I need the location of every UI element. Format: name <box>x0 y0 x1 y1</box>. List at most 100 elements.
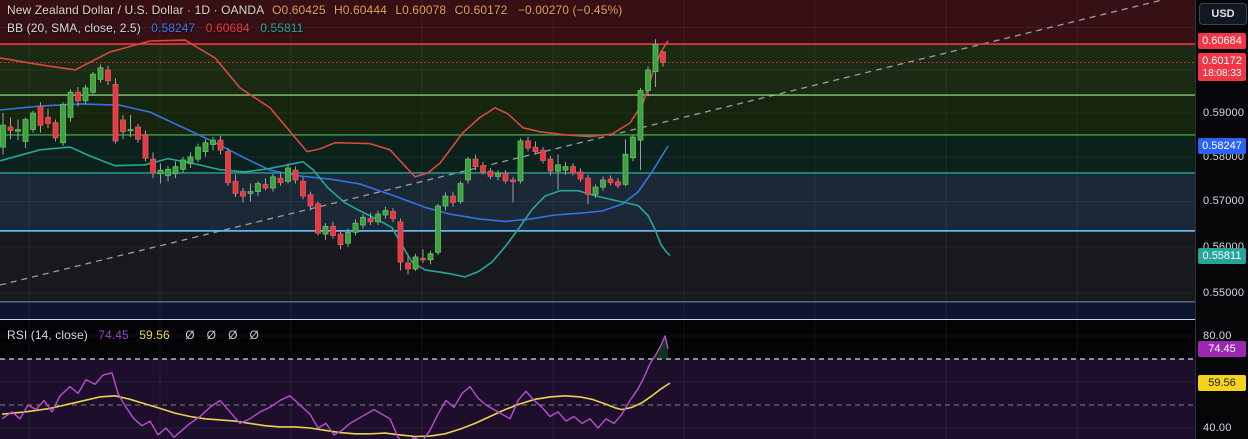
candle-body <box>255 183 261 193</box>
rsi-null-plots: ØØØØ <box>173 328 259 342</box>
candle-body <box>22 119 29 142</box>
candle-body <box>202 142 209 152</box>
candle-body <box>427 253 434 261</box>
candle-body <box>450 195 456 203</box>
candle-body <box>90 73 96 93</box>
candle-body <box>600 179 606 188</box>
candle-body <box>240 191 246 197</box>
symbol-header: New Zealand Dollar / U.S. Dollar · 1D · … <box>7 3 622 17</box>
candle-body <box>270 176 276 189</box>
candle-body <box>547 158 554 172</box>
candle-body <box>345 231 351 244</box>
countdown-timer: 18:08:33 <box>1202 67 1242 79</box>
candle-body <box>195 146 201 160</box>
bb-indicator-label[interactable]: BB (20, SMA, close, 2.5) <box>7 21 141 35</box>
candle-body <box>540 149 546 161</box>
price-zone <box>0 95 1195 135</box>
candle-body <box>300 180 306 197</box>
null-plot-symbol: Ø <box>249 328 259 342</box>
candle-body <box>405 262 411 270</box>
candle-body <box>262 184 269 189</box>
null-plot-symbol: Ø <box>185 328 195 342</box>
candle-body <box>360 216 366 226</box>
candle-body <box>75 91 81 102</box>
rsi-value-badge: 74.45 <box>1198 340 1246 357</box>
price-axis-label: 0.59000 <box>1203 107 1245 119</box>
candle-body <box>135 126 141 140</box>
candle-body <box>37 106 44 126</box>
price-axis-label: 0.55000 <box>1203 287 1245 300</box>
candle-body <box>247 191 254 194</box>
current-price-badge: 0.60172 18:08:33 <box>1198 52 1246 81</box>
candle-body <box>67 91 74 118</box>
candle-body <box>150 158 156 174</box>
candle-body <box>660 51 666 63</box>
candle-body <box>120 119 126 133</box>
price-zone <box>0 134 1195 173</box>
candle-body <box>622 153 629 185</box>
candle-body <box>322 225 329 235</box>
candle-body <box>82 87 89 102</box>
bb-indicator-header[interactable]: BB (20, SMA, close, 2.5) 0.58247 0.60684… <box>7 21 303 35</box>
candle-body <box>435 205 441 253</box>
exchange-label[interactable]: OANDA <box>221 3 264 17</box>
candle-body <box>330 225 336 236</box>
candle-body <box>165 168 171 176</box>
ohlc-close: C0.60172 <box>454 3 508 17</box>
candle-body <box>397 221 404 263</box>
candle-body <box>225 151 231 184</box>
timeframe-label[interactable]: 1D <box>195 3 211 17</box>
candle-body <box>187 156 194 164</box>
candle-body <box>532 146 539 152</box>
rsi-indicator-header[interactable]: RSI (14, close) 74.45 59.56 ØØØØ <box>7 328 259 342</box>
bb-lower-value: 0.55811 <box>260 21 304 35</box>
candle-body <box>112 84 119 142</box>
candle-body <box>60 103 66 144</box>
candle-body <box>615 181 621 186</box>
bb-upper-value: 0.60684 <box>205 21 250 35</box>
candle-body <box>390 211 396 220</box>
chart-canvas[interactable] <box>0 0 1248 439</box>
null-plot-symbol: Ø <box>228 328 238 342</box>
candle-body <box>510 179 516 183</box>
candle-body <box>52 122 59 139</box>
candle-body <box>307 194 314 207</box>
ohlc-low: L0.60078 <box>395 3 447 17</box>
rsi-indicator-label[interactable]: RSI (14, close) <box>7 328 88 342</box>
rsi-value-badge: 59.56 <box>1198 375 1246 391</box>
candle-body <box>555 164 561 172</box>
candle-body <box>315 203 321 234</box>
candle-body <box>525 140 531 149</box>
header-separator: · <box>187 3 192 17</box>
candle-body <box>285 167 291 182</box>
candle-body <box>0 124 6 148</box>
candle-body <box>30 112 36 130</box>
candle-body <box>157 169 164 175</box>
candle-body <box>105 69 111 81</box>
candle-body <box>562 166 569 171</box>
candle-body <box>367 218 374 223</box>
candle-body <box>577 171 584 180</box>
price-zone <box>0 301 1195 320</box>
candle-body <box>292 169 299 181</box>
candle-body <box>412 256 419 270</box>
candle-body <box>607 178 614 184</box>
candle-body <box>337 233 344 246</box>
candle-body <box>127 129 134 132</box>
candle-body <box>232 180 239 194</box>
candle-body <box>585 177 591 195</box>
candle-body <box>570 166 576 174</box>
header-separator: · <box>213 3 218 17</box>
symbol-title[interactable]: New Zealand Dollar / U.S. Dollar <box>7 3 184 17</box>
candle-body <box>502 172 509 182</box>
currency-toggle-button[interactable]: USD <box>1199 3 1247 25</box>
candle-body <box>382 210 389 216</box>
trading-chart-window: New Zealand Dollar / U.S. Dollar · 1D · … <box>0 0 1248 439</box>
price-axis[interactable]: USD 0.59000 0.58000 0.57000 0.56000 0.55000 8… <box>1195 0 1248 439</box>
candle-body <box>465 158 471 181</box>
rsi-ma-value: 59.56 <box>139 328 170 342</box>
candle-body <box>457 183 464 202</box>
candle-body <box>592 186 599 195</box>
candle-body <box>277 177 284 184</box>
price-change: −0.00270 (−0.45%) <box>517 3 623 17</box>
